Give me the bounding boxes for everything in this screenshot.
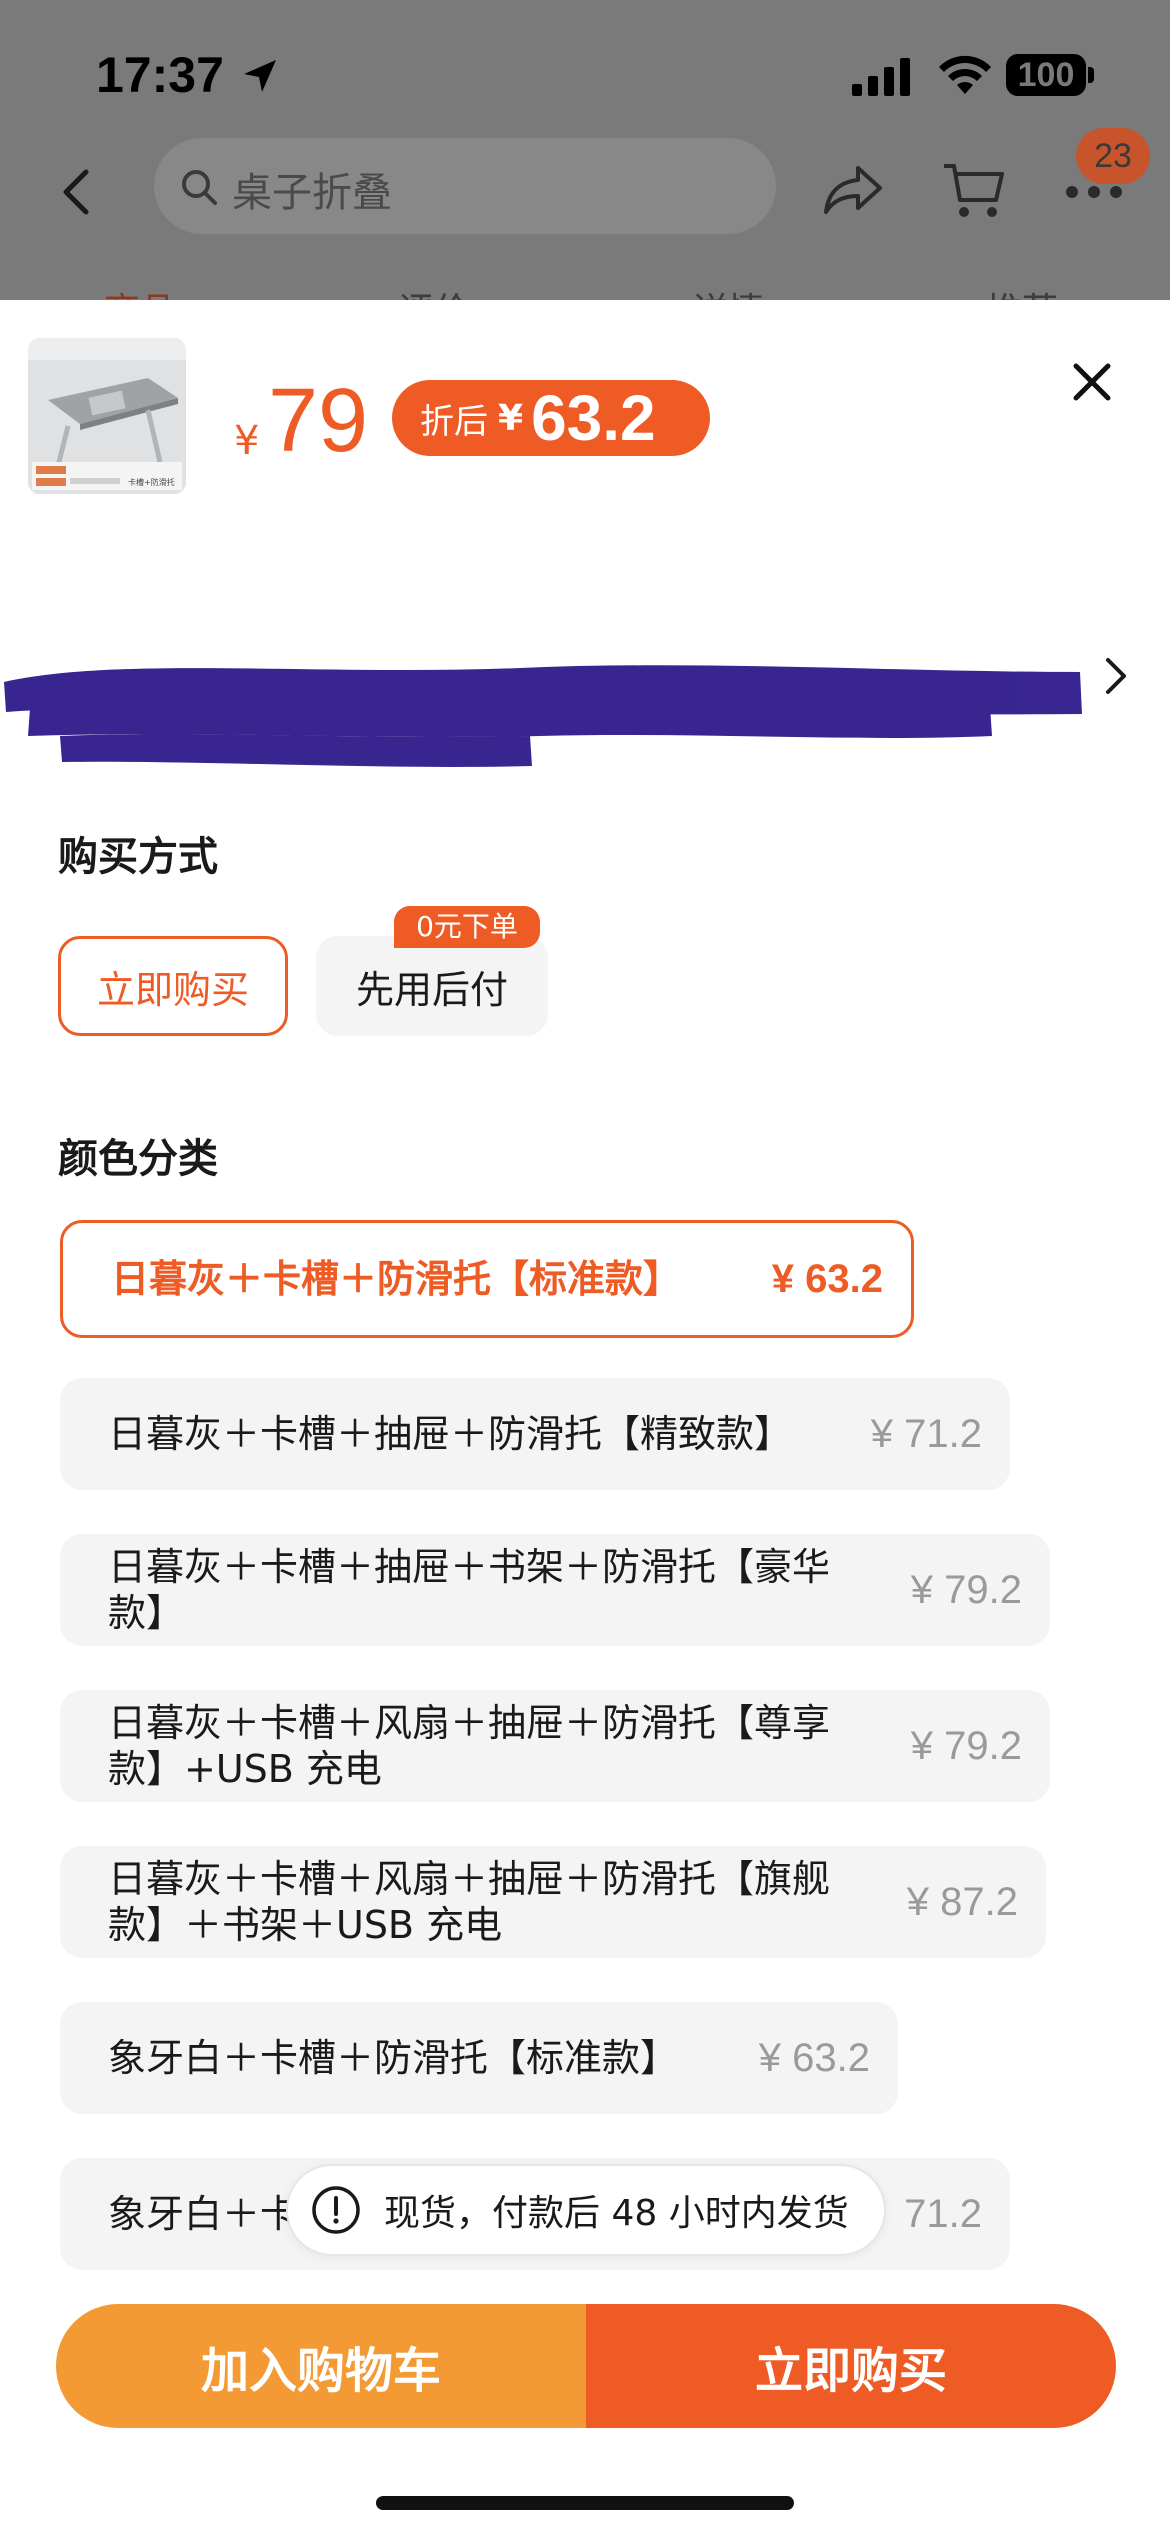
discount-currency-symbol: ¥ [498, 397, 524, 439]
pay-later-option[interactable]: 先用后付 [316, 936, 548, 1036]
variant-price: ¥ 79.2 [910, 1567, 1022, 1612]
variant-label-line2: 款】＋书架＋USB 充电 [108, 1903, 503, 1947]
variant-label: 日暮灰＋卡槽＋防滑托【标准款】 [111, 1257, 682, 1301]
folding-table-image: 卡槽+防滑托 [28, 338, 186, 494]
list-fade [0, 2268, 1170, 2308]
product-thumbnail[interactable]: 卡槽+防滑托 [28, 338, 186, 494]
tab-reviews[interactable]: 评价 [398, 282, 470, 300]
variant-label-line1: 日暮灰＋卡槽＋风扇＋抽屉＋防滑托【旗舰 [108, 1857, 831, 1901]
variant-label-line2: 款】+USB 充电 [108, 1747, 382, 1791]
discount-price: 63.2 [531, 382, 656, 454]
cart-icon[interactable] [942, 160, 1006, 222]
search-icon [182, 170, 217, 205]
product-price: 79 [268, 371, 369, 471]
variant-label-line2: 款】 [108, 1591, 185, 1635]
sku-selector-sheet: 卡槽+防滑托 ¥ 79 折后 ¥ 63.2 购买方式 立即购买 先用后付 0元下… [0, 300, 1170, 2532]
message-count-badge: 23 [1076, 128, 1150, 184]
variant-price: ¥ 63.2 [771, 1256, 883, 1301]
tab-product[interactable]: 商品 [104, 282, 176, 300]
variant-price: ¥ 71.2 [870, 1411, 982, 1456]
chevron-right-icon[interactable] [1104, 656, 1128, 696]
share-icon[interactable] [822, 164, 884, 216]
color-category-title: 颜色分类 [58, 1136, 218, 1182]
location-arrow-icon [244, 60, 276, 92]
exclamation-circle-icon [312, 2186, 360, 2234]
variant-option[interactable]: 象牙白＋卡槽＋防滑托【标准款】 ¥ 63.2 [60, 2002, 898, 2114]
background-tab-bar: 商品 评价 详情 推荐 [0, 282, 1170, 300]
variant-option[interactable]: 日暮灰＋卡槽＋防滑托【标准款】 ¥ 63.2 [60, 1220, 914, 1338]
variant-label: 日暮灰＋卡槽＋抽屉＋防滑托【精致款】 [108, 1412, 793, 1456]
variant-label-line1: 日暮灰＋卡槽＋抽屉＋书架＋防滑托【豪华 [108, 1545, 831, 1589]
bottom-action-bar: 加入购物车 立即购买 [56, 2304, 1116, 2428]
cellular-signal-icon [852, 58, 910, 96]
buy-now-option[interactable]: 立即购买 [58, 936, 288, 1036]
variant-price: ¥ 63.2 [758, 2035, 870, 2080]
wifi-icon [939, 55, 991, 94]
buy-now-button[interactable]: 立即购买 [586, 2304, 1116, 2428]
variant-option[interactable]: 日暮灰＋卡槽＋风扇＋抽屉＋防滑托【旗舰 款】＋书架＋USB 充电 ¥ 87.2 [60, 1846, 1046, 1958]
tab-recommend[interactable]: 推荐 [986, 282, 1058, 300]
variant-label: 日暮灰＋卡槽＋风扇＋抽屉＋防滑托【旗舰 款】＋书架＋USB 充电 [108, 1856, 887, 1948]
variant-price: 71.2 [904, 2191, 982, 2236]
search-input[interactable]: 桌子折叠 [154, 138, 776, 234]
redacted-address-scribble [4, 665, 1082, 767]
zero-yuan-order-badge: 0元下单 [394, 906, 540, 948]
add-to-cart-button[interactable]: 加入购物车 [56, 2304, 586, 2428]
discount-price-badge: 折后 ¥ 63.2 [392, 380, 710, 456]
variant-price: ¥ 79.2 [910, 1723, 1022, 1768]
thumb-caption: 卡槽+防滑托 [128, 477, 175, 487]
variant-option[interactable]: 日暮灰＋卡槽＋抽屉＋书架＋防滑托【豪华 款】 ¥ 79.2 [60, 1534, 1050, 1646]
discount-label: 折后 [420, 401, 488, 442]
status-time: 17:37 [96, 47, 224, 103]
home-indicator [376, 2496, 794, 2510]
battery-tip [1088, 67, 1094, 83]
variant-label-line1: 日暮灰＋卡槽＋风扇＋抽屉＋防滑托【尊享 [108, 1701, 831, 1745]
variant-label: 日暮灰＋卡槽＋风扇＋抽屉＋防滑托【尊享 款】+USB 充电 [108, 1700, 891, 1792]
tab-details[interactable]: 详情 [692, 282, 764, 300]
close-icon[interactable] [1072, 362, 1112, 402]
variant-label: 象牙白＋卡槽＋防滑托【标准款】 [108, 2036, 679, 2080]
background-page: 17:37 100 桌子折叠 23 商品 评价 [0, 0, 1170, 300]
stock-toast-text: 现货，付款后 48 小时内发货 [384, 2193, 849, 2234]
stock-toast: 现货，付款后 48 小时内发货 [286, 2164, 886, 2256]
variant-option[interactable]: 日暮灰＋卡槽＋抽屉＋防滑托【精致款】 ¥ 71.2 [60, 1378, 1010, 1490]
variant-label: 日暮灰＋卡槽＋抽屉＋书架＋防滑托【豪华 款】 [108, 1544, 891, 1636]
more-dots-icon[interactable] [1064, 184, 1124, 200]
variant-price: ¥ 87.2 [906, 1879, 1018, 1924]
purchase-method-title: 购买方式 [58, 834, 218, 880]
search-placeholder: 桌子折叠 [232, 170, 392, 216]
battery-indicator: 100 [1006, 54, 1086, 96]
variant-option[interactable]: 日暮灰＋卡槽＋风扇＋抽屉＋防滑托【尊享 款】+USB 充电 ¥ 79.2 [60, 1690, 1050, 1802]
back-arrow-icon[interactable] [58, 168, 94, 216]
price-currency-symbol: ¥ [234, 418, 260, 464]
